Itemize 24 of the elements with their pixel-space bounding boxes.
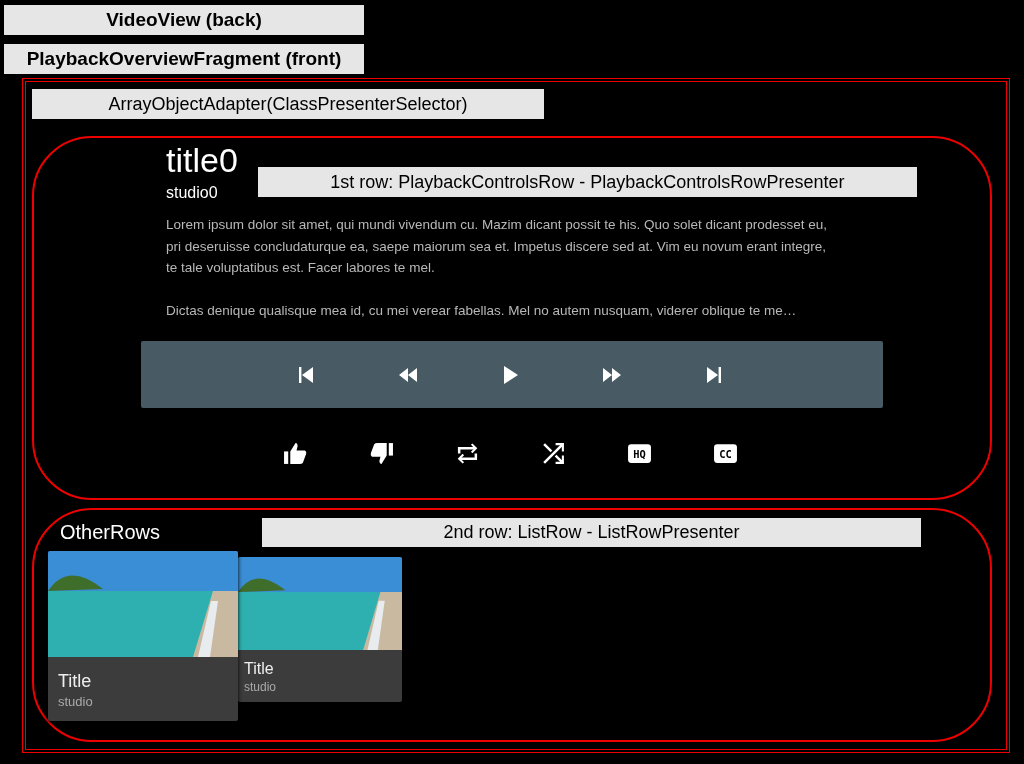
card-title: Title (244, 660, 275, 678)
media-card[interactable]: Title studio (238, 557, 402, 702)
row-header: OtherRows (60, 521, 162, 544)
media-studio: studio0 (166, 184, 219, 202)
media-card[interactable]: Title studio (48, 551, 238, 721)
description-text: Dictas denique qualisque mea id, cu mei verear fabellas. Mel no autem nusquam, viderer oblique te me… (166, 301, 798, 320)
annotation-label: PlaybackOverviewFragment (front) (4, 44, 364, 74)
card-title: Title (58, 671, 93, 692)
badge-icon[interactable]: HQ (627, 441, 652, 466)
description-text: Lorem ipsum dolor sit amet, qui mundi vivendum cu. Mazim dicant possit te his. Quo solet dicant prodesset eu, pri deseruisse concludaturque ea, saepe maiorum sea et. Impetus discere sed at. Vim eu novum erant integre, te tale voluptatibus est. Facer labores te mel. (166, 216, 829, 277)
skip-previous-icon[interactable] (296, 364, 316, 385)
repeat-icon[interactable] (455, 441, 480, 466)
badge-icon[interactable]: CC (713, 441, 738, 466)
media-title: title0 (166, 140, 238, 180)
annotation-label: 1st row: PlaybackControlsRow - PlaybackControlsRowPresenter (257, 167, 917, 197)
annotation-label: VideoView (back) (4, 5, 364, 35)
card-studio: studio (58, 694, 94, 709)
annotation-label: ArrayObjectAdapter(ClassPresenterSelector) (32, 89, 544, 119)
thumbs-down-icon[interactable] (369, 441, 394, 466)
annotation-label: 2nd row: ListRow - ListRowPresenter (262, 518, 921, 547)
thumbs-up-icon[interactable] (283, 441, 308, 466)
shuffle-icon[interactable] (541, 441, 566, 466)
card-studio: studio (244, 680, 278, 694)
skip-next-icon[interactable] (704, 364, 724, 385)
